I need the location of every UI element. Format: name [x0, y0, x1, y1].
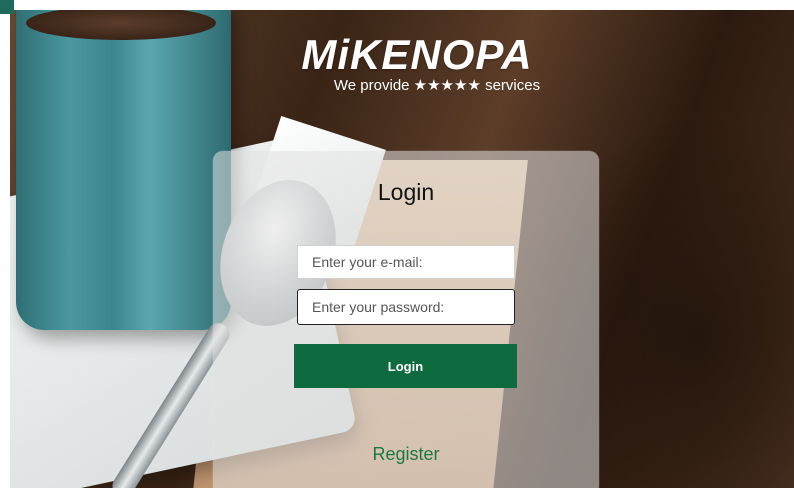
brand-name: MiKENOPA — [301, 31, 533, 78]
register-link[interactable]: Register — [213, 444, 599, 465]
login-button[interactable]: Login — [294, 344, 517, 388]
password-input[interactable] — [297, 289, 515, 325]
coffee-cup-decoration — [16, 10, 231, 330]
brand-tagline: We provide ★★★★★ services — [333, 77, 541, 94]
email-input[interactable] — [297, 245, 515, 279]
login-title: Login — [377, 179, 435, 205]
corner-badge — [0, 0, 14, 14]
brand-logo: MiKENOPA We provide ★★★★★ services — [272, 31, 562, 95]
background-photo: MiKENOPA We provide ★★★★★ services Login… — [10, 10, 794, 488]
login-panel: Login Login Register — [213, 151, 599, 488]
